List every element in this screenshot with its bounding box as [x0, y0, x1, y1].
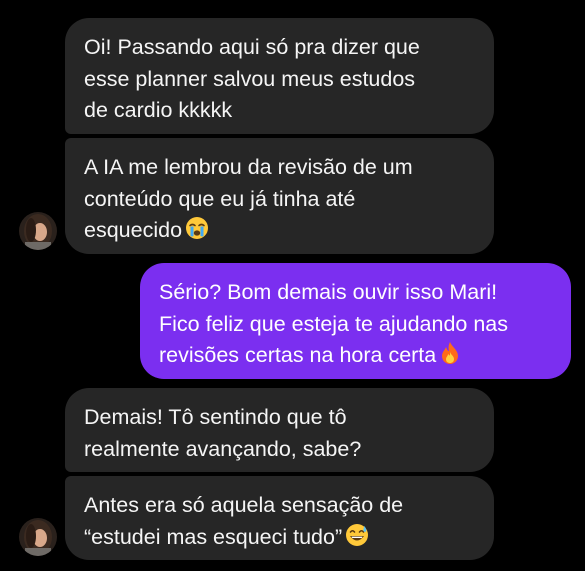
- message-bubble-outgoing[interactable]: Sério? Bom demais ouvir isso Mari! Fico …: [140, 263, 571, 379]
- loudly-crying-face-icon: [185, 216, 209, 250]
- fire-icon: [439, 341, 461, 375]
- avatar[interactable]: [19, 212, 57, 250]
- message-text: Demais! Tô sentindo que tô realmente ava…: [84, 405, 362, 461]
- message-text: A IA me lembrou da revisão de um conteúd…: [84, 155, 413, 242]
- message-bubble-incoming[interactable]: Antes era só aquela sensação de “estudei…: [65, 476, 494, 560]
- message-bubble-incoming[interactable]: Oi! Passando aqui só pra dizer que esse …: [65, 18, 494, 134]
- message-bubble-incoming[interactable]: A IA me lembrou da revisão de um conteúd…: [65, 138, 494, 254]
- avatar[interactable]: [19, 518, 57, 556]
- grinning-face-with-sweat-icon: [345, 523, 369, 557]
- message-bubble-incoming[interactable]: Demais! Tô sentindo que tô realmente ava…: [65, 388, 494, 472]
- message-text: Oi! Passando aqui só pra dizer que esse …: [84, 35, 420, 122]
